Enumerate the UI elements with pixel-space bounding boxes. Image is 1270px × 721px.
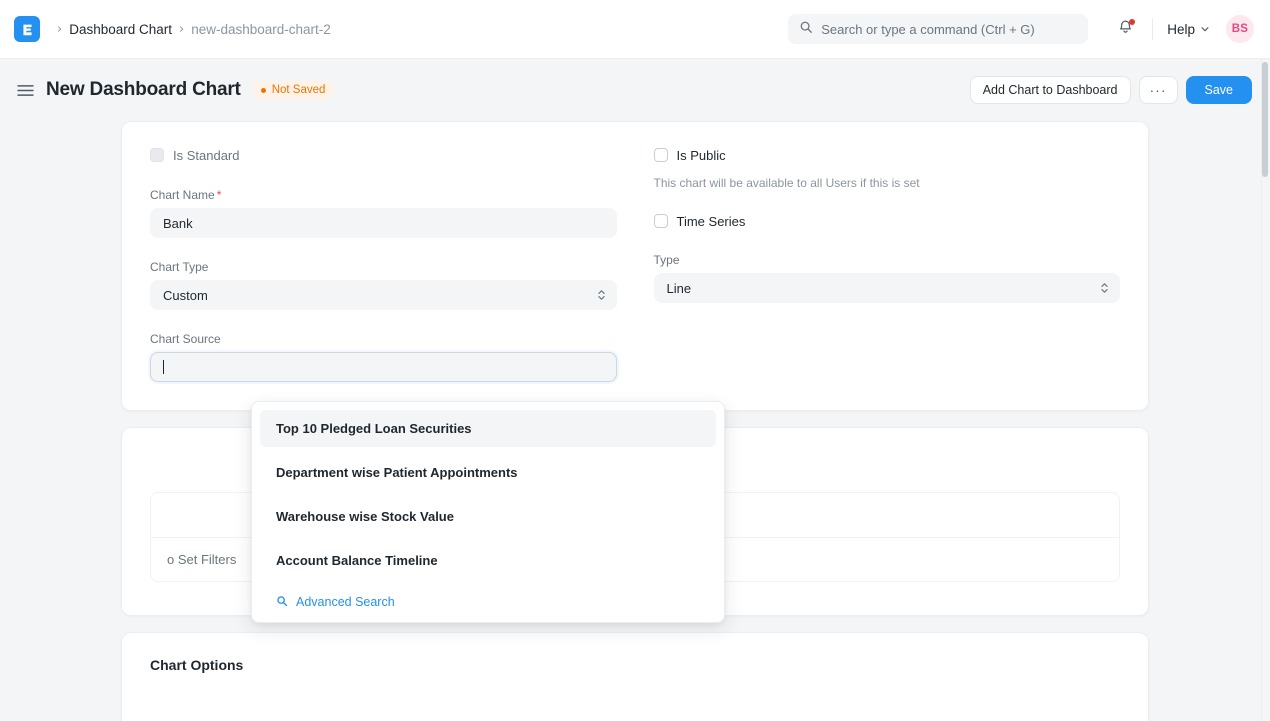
chart-options-card: Chart Options (121, 632, 1149, 721)
chart-source-input[interactable] (150, 352, 617, 382)
page-actions: Add Chart to Dashboard ··· Save (970, 76, 1252, 104)
status-badge-label: Not Saved (272, 84, 326, 96)
status-badge: Not Saved (253, 81, 335, 99)
select-arrows-icon (597, 288, 606, 302)
chart-type-field: Chart Type Custom (150, 260, 617, 310)
chart-type-select[interactable]: Custom (150, 280, 617, 310)
navbar-right: Search or type a command (Ctrl + G) Help… (788, 14, 1254, 44)
chart-name-label-text: Chart Name (150, 188, 215, 202)
save-button[interactable]: Save (1186, 76, 1253, 104)
global-search-input[interactable]: Search or type a command (Ctrl + G) (788, 14, 1088, 44)
chart-source-dropdown: Top 10 Pledged Loan Securities Departmen… (251, 401, 725, 623)
navbar-divider (1152, 18, 1153, 40)
erpnext-logo-icon[interactable] (14, 16, 40, 42)
is-public-checkbox-row[interactable]: Is Public (654, 144, 1121, 166)
page-title: New Dashboard Chart (46, 79, 241, 101)
type-field: Type Line (654, 253, 1121, 303)
chevron-down-icon (1200, 22, 1210, 37)
chart-source-label: Chart Source (150, 332, 617, 346)
is-public-description: This chart will be available to all User… (654, 176, 1121, 190)
time-series-label: Time Series (677, 214, 746, 229)
help-label: Help (1167, 22, 1195, 37)
dropdown-option-2[interactable]: Warehouse wise Stock Value (260, 498, 716, 535)
notifications-button[interactable] (1112, 16, 1138, 42)
advanced-search-label: Advanced Search (296, 595, 395, 609)
chart-type-value: Custom (163, 288, 208, 303)
time-series-checkbox-row[interactable]: Time Series (654, 210, 1121, 232)
required-marker: * (217, 188, 222, 202)
breadcrumb-separator-1: › (57, 23, 62, 36)
avatar-initials: BS (1232, 23, 1249, 35)
chart-details-card: Is Standard Chart Name* Bank Chart Type (121, 121, 1149, 411)
page-scrollbar-thumb[interactable] (1262, 62, 1268, 177)
form-column-right: Is Public This chart will be available t… (654, 144, 1121, 382)
time-series-checkbox (654, 214, 668, 228)
add-chart-to-dashboard-button[interactable]: Add Chart to Dashboard (970, 76, 1131, 104)
type-value: Line (667, 281, 692, 296)
breadcrumb: › Dashboard Chart › new-dashboard-chart-… (50, 22, 331, 37)
chart-type-label: Chart Type (150, 260, 617, 274)
text-caret (163, 360, 164, 374)
is-public-label: Is Public (677, 148, 726, 163)
avatar[interactable]: BS (1226, 15, 1254, 43)
is-standard-checkbox (150, 148, 164, 162)
is-standard-label: Is Standard (173, 148, 240, 163)
breadcrumb-dashboard-chart[interactable]: Dashboard Chart (69, 22, 172, 37)
breadcrumb-separator-2: › (179, 23, 184, 36)
set-filters-hint: o Set Filters (167, 552, 236, 567)
hamburger-icon[interactable] (14, 79, 36, 101)
global-search-placeholder: Search or type a command (Ctrl + G) (821, 22, 1035, 37)
is-standard-checkbox-row[interactable]: Is Standard (150, 144, 617, 166)
type-label: Type (654, 253, 1121, 267)
chart-options-title: Chart Options (150, 657, 1120, 673)
dropdown-option-1[interactable]: Department wise Patient Appointments (260, 454, 716, 491)
breadcrumb-current: new-dashboard-chart-2 (191, 22, 331, 37)
page-header: New Dashboard Chart Not Saved Add Chart … (0, 59, 1270, 121)
is-public-checkbox (654, 148, 668, 162)
chart-name-field: Chart Name* Bank (150, 188, 617, 238)
dropdown-option-3[interactable]: Account Balance Timeline (260, 542, 716, 579)
chart-name-label: Chart Name* (150, 188, 617, 202)
dropdown-option-0[interactable]: Top 10 Pledged Loan Securities (260, 410, 716, 447)
more-actions-button[interactable]: ··· (1139, 76, 1178, 104)
form-column-left: Is Standard Chart Name* Bank Chart Type (150, 144, 617, 382)
chart-name-input[interactable]: Bank (150, 208, 617, 238)
search-icon (799, 20, 813, 39)
help-menu[interactable]: Help (1167, 22, 1210, 37)
chart-name-value: Bank (163, 216, 193, 231)
notification-badge-dot (1129, 19, 1135, 25)
type-select[interactable]: Line (654, 273, 1121, 303)
advanced-search-link[interactable]: Advanced Search (260, 590, 716, 614)
select-arrows-icon (1100, 281, 1109, 295)
status-badge-dot (261, 88, 266, 93)
top-navbar: › Dashboard Chart › new-dashboard-chart-… (0, 0, 1270, 59)
search-icon (276, 595, 288, 610)
chart-source-field: Chart Source (150, 332, 617, 382)
